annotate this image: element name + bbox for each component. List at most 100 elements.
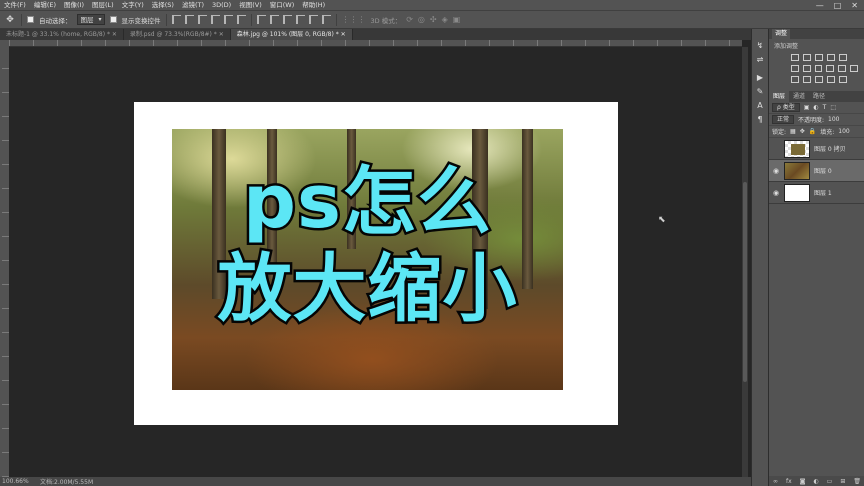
align-left-icon[interactable]: [210, 15, 220, 24]
scrollbar-thumb[interactable]: [743, 182, 747, 382]
channel-mixer-icon[interactable]: [838, 65, 847, 72]
color-balance-icon[interactable]: [802, 65, 811, 72]
align-top-icon[interactable]: [171, 15, 181, 24]
scale-3d-icon[interactable]: ▣: [453, 15, 461, 24]
layer-style-icon[interactable]: fx: [786, 478, 792, 485]
eye-icon[interactable]: ◉: [772, 189, 780, 197]
align-vcenter-icon[interactable]: [184, 15, 194, 24]
lock-all-icon[interactable]: 🔒: [809, 128, 816, 135]
fill-value[interactable]: 100: [838, 128, 849, 135]
link-layers-icon[interactable]: ∞: [773, 478, 778, 485]
distribute-bottom-icon[interactable]: [282, 15, 292, 24]
rotate-3d-icon[interactable]: ⟳: [406, 15, 413, 24]
layer-row[interactable]: 图层 0 拷贝: [769, 138, 864, 160]
filter-pixel-icon[interactable]: ▣: [804, 104, 810, 111]
vertical-ruler[interactable]: [2, 47, 9, 477]
lock-pixels-icon[interactable]: ▦: [790, 128, 796, 135]
menu-type[interactable]: 文字(Y): [118, 0, 148, 10]
new-group-icon[interactable]: ▭: [827, 478, 833, 485]
roll-3d-icon[interactable]: ◎: [418, 15, 425, 24]
new-adjustment-icon[interactable]: ◐: [813, 478, 818, 485]
tab-channels[interactable]: 通道: [789, 91, 809, 102]
menu-help[interactable]: 帮助(H): [298, 0, 329, 10]
properties-icon[interactable]: ⇌: [755, 55, 765, 65]
align-hcenter-icon[interactable]: [223, 15, 233, 24]
selective-color-icon[interactable]: [839, 76, 847, 83]
zoom-level[interactable]: 100.66%: [0, 478, 36, 485]
play-icon[interactable]: ▶: [755, 73, 765, 83]
distribute-vcenter-icon[interactable]: [269, 15, 279, 24]
layer-name[interactable]: 图层 1: [814, 188, 832, 197]
add-mask-icon[interactable]: ◙: [800, 478, 806, 485]
close-button[interactable]: ✕: [851, 1, 858, 10]
menu-view[interactable]: 视图(V): [235, 0, 266, 10]
filter-adjust-icon[interactable]: ◐: [813, 104, 818, 111]
brush-settings-icon[interactable]: ✎: [755, 87, 765, 97]
levels-icon[interactable]: [803, 54, 811, 61]
menu-window[interactable]: 窗口(W): [266, 0, 299, 10]
horizontal-ruler[interactable]: [9, 40, 742, 47]
slide-3d-icon[interactable]: ◈: [442, 15, 448, 24]
posterize-icon[interactable]: [803, 76, 811, 83]
menu-filter[interactable]: 滤镜(T): [178, 0, 208, 10]
threshold-icon[interactable]: [815, 76, 823, 83]
show-transform-checkbox[interactable]: [109, 16, 117, 23]
align-right-icon[interactable]: [236, 15, 246, 24]
photo-filter-icon[interactable]: [826, 65, 835, 72]
layer-name[interactable]: 图层 0: [814, 166, 832, 175]
invert-icon[interactable]: [791, 76, 799, 83]
distribute-right-icon[interactable]: [321, 15, 331, 24]
move-tool-icon[interactable]: ✥: [4, 14, 16, 26]
document-canvas[interactable]: ps怎么 放大缩小: [134, 102, 618, 425]
tab-adjustments[interactable]: 调整: [772, 29, 791, 39]
drag-3d-icon[interactable]: ✣: [430, 15, 437, 24]
layer-name[interactable]: 图层 0 拷贝: [814, 144, 846, 153]
gradient-map-icon[interactable]: [827, 76, 835, 83]
menu-3d[interactable]: 3D(D): [208, 0, 235, 10]
black-white-icon[interactable]: [814, 65, 823, 72]
vibrance-icon[interactable]: [839, 54, 847, 61]
layer-row[interactable]: ◉ 图层 1: [769, 182, 864, 204]
filter-shape-icon[interactable]: ⬚: [830, 104, 836, 111]
minimize-button[interactable]: —: [816, 1, 824, 10]
vertical-scrollbar[interactable]: [742, 47, 748, 477]
color-lookup-icon[interactable]: [850, 65, 858, 72]
menu-layer[interactable]: 图层(L): [88, 0, 118, 10]
history-icon[interactable]: ↯: [755, 41, 765, 51]
maximize-button[interactable]: □: [834, 1, 842, 10]
distribute-top-icon[interactable]: [256, 15, 266, 24]
auto-select-checkbox[interactable]: [27, 16, 34, 23]
new-layer-icon[interactable]: ⊞: [840, 478, 845, 485]
hue-saturation-icon[interactable]: [791, 65, 799, 72]
brightness-icon[interactable]: [791, 54, 799, 61]
exposure-icon[interactable]: [827, 54, 835, 61]
layer-kind-filter[interactable]: ρ 类型: [772, 103, 800, 112]
tab-untitled[interactable]: 未标题-1 @ 33.1% (home, RGB/8) * ✕: [0, 29, 124, 40]
filter-type-icon[interactable]: T: [823, 104, 827, 111]
delete-layer-icon[interactable]: 🗑: [853, 478, 861, 485]
eye-icon[interactable]: ◉: [772, 167, 780, 175]
layer-row-selected[interactable]: ◉ 图层 0: [769, 160, 864, 182]
canvas-workspace[interactable]: ps怎么 放大缩小 ⬉: [9, 47, 742, 477]
distribute-left-icon[interactable]: [295, 15, 305, 24]
tab-recording[interactable]: 录制.psd @ 73.3%(RGB/8#) * ✕: [124, 29, 231, 40]
menu-select[interactable]: 选择(S): [148, 0, 178, 10]
blend-mode-select[interactable]: 正常: [772, 115, 795, 124]
paragraph-icon[interactable]: ¶: [755, 115, 765, 125]
opacity-value[interactable]: 100: [828, 116, 839, 123]
distribute-hcenter-icon[interactable]: [308, 15, 318, 24]
tab-forest[interactable]: 森林.jpg @ 101% (图层 0, RGB/8) * ✕: [230, 29, 353, 40]
tab-paths[interactable]: 路径: [809, 91, 829, 102]
auto-select-dropdown[interactable]: 图层: [76, 14, 105, 25]
menu-image[interactable]: 图像(I): [60, 0, 88, 10]
auto-align-icon[interactable]: ⋮⋮⋮: [342, 15, 366, 24]
lock-position-icon[interactable]: ✥: [800, 128, 805, 135]
forest-photo-layer[interactable]: ps怎么 放大缩小: [172, 129, 563, 390]
tab-layers[interactable]: 图层: [769, 91, 790, 102]
character-icon[interactable]: A: [755, 101, 765, 111]
curves-icon[interactable]: [815, 54, 823, 61]
align-bottom-icon[interactable]: [197, 15, 207, 24]
menu-file[interactable]: 文件(F): [0, 0, 30, 10]
menu-edit[interactable]: 编辑(E): [30, 0, 60, 10]
document-size-info[interactable]: 文档:2.00M/5.55M: [36, 477, 93, 486]
